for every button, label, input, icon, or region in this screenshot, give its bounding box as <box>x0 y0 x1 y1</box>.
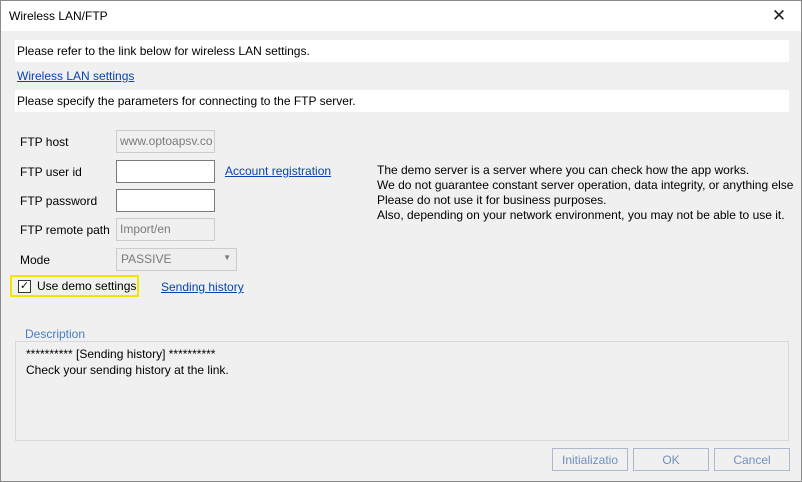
ftp-host-input[interactable]: www.optoapsv.co <box>116 130 215 153</box>
ftp-remote-path-label: FTP remote path <box>20 223 110 237</box>
wireless-lan-ftp-dialog: Wireless LAN/FTP ✕ Please refer to the l… <box>0 0 802 482</box>
ftp-password-input[interactable] <box>116 189 215 212</box>
use-demo-settings-label: Use demo settings <box>37 279 137 293</box>
chevron-down-icon: ▼ <box>223 253 231 262</box>
account-registration-link[interactable]: Account registration <box>225 164 331 178</box>
ftp-user-id-label: FTP user id <box>20 165 82 179</box>
initialization-button[interactable]: Initializatio <box>552 448 628 471</box>
title-bar: Wireless LAN/FTP ✕ <box>1 1 801 31</box>
cancel-button[interactable]: Cancel <box>714 448 790 471</box>
description-line: Check your sending history at the link. <box>26 363 229 377</box>
window-title: Wireless LAN/FTP <box>9 9 108 23</box>
ftp-host-label: FTP host <box>20 135 69 149</box>
close-button[interactable]: ✕ <box>757 1 801 31</box>
checkbox-check-icon: ✓ <box>18 280 31 293</box>
ftp-instruction: Please specify the parameters for connec… <box>15 90 789 112</box>
ftp-user-id-input[interactable] <box>116 160 215 183</box>
use-demo-settings-checkbox[interactable]: ✓ Use demo settings <box>10 275 139 297</box>
info-line: We do not guarantee constant server oper… <box>377 178 794 192</box>
ftp-remote-path-input[interactable]: Import/en <box>116 218 215 241</box>
wireless-lan-settings-link[interactable]: Wireless LAN settings <box>17 69 134 83</box>
description-line: ********** [Sending history] ********** <box>26 347 216 361</box>
info-line: Also, depending on your network environm… <box>377 208 785 222</box>
info-line: Please do not use it for business purpos… <box>377 193 607 207</box>
mode-select-value: PASSIVE <box>121 252 172 266</box>
mode-label: Mode <box>20 253 51 267</box>
ok-button[interactable]: OK <box>633 448 709 471</box>
mode-select[interactable]: PASSIVE ▼ <box>116 248 237 271</box>
wlan-instruction-text: Please refer to the link below for wirel… <box>17 44 310 58</box>
info-line: The demo server is a server where you ca… <box>377 163 750 177</box>
ftp-password-label: FTP password <box>20 194 98 208</box>
description-legend: Description <box>23 327 88 341</box>
close-icon: ✕ <box>771 6 787 25</box>
ftp-instruction-text: Please specify the parameters for connec… <box>17 94 356 108</box>
sending-history-link[interactable]: Sending history <box>161 280 244 294</box>
wlan-instruction: Please refer to the link below for wirel… <box>15 40 789 62</box>
